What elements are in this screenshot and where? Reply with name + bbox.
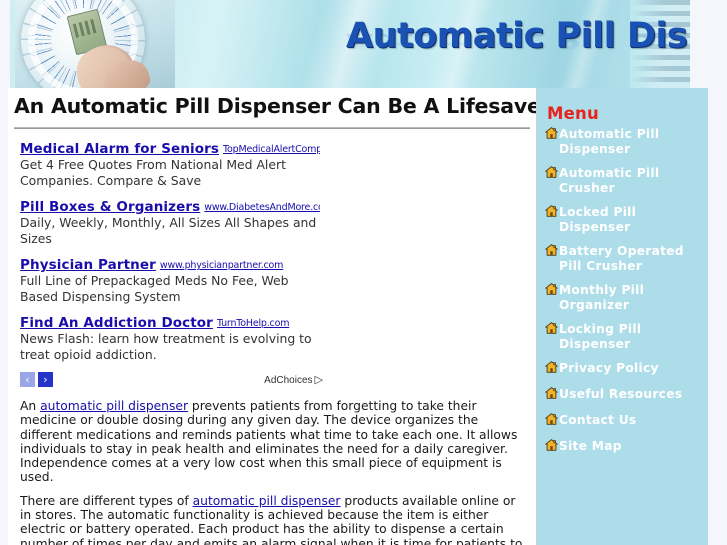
sidebar-item-locking-pill-dispenser[interactable]: Locking Pill Dispenser — [537, 322, 708, 352]
ad-title-link[interactable]: Pill Boxes & Organizers — [20, 199, 200, 215]
house-icon — [545, 439, 558, 451]
sidebar-item-automatic-pill-dispenser[interactable]: Automatic Pill Dispenser — [537, 127, 708, 157]
ad-title-link[interactable]: Physician Partner — [20, 257, 156, 273]
sidebar-item-locked-pill-dispenser[interactable]: Locked Pill Dispenser — [537, 205, 708, 235]
sidebar-item-site-map[interactable]: Site Map — [537, 439, 708, 456]
house-icon — [545, 361, 558, 373]
ad-headline-row: Pill Boxes & Organizers www.DiabetesAndMo… — [20, 198, 320, 215]
body-paragraph: An automatic pill dispenser prevents pat… — [20, 399, 526, 485]
sidebar-item-contact-us[interactable]: Contact Us — [537, 413, 708, 430]
ad-description: Full Line of Prepackaged Meds No Fee, We… — [20, 273, 289, 304]
ad-url-link[interactable]: TopMedicalAlertCompanie — [223, 144, 320, 155]
ad-item[interactable]: Medical Alarm for Seniors TopMedicalAlert… — [20, 140, 325, 188]
adchoices-label: AdChoices — [264, 375, 313, 386]
main-content: An Automatic Pill Dispenser Can Be A Lif… — [8, 88, 537, 545]
sidebar-item-label: Site Map — [559, 439, 622, 453]
house-icon — [545, 283, 558, 295]
ad-headline-row: Find An Addiction Doctor TurnToHelp.com — [20, 314, 320, 331]
inline-link-automatic-pill-dispenser[interactable]: automatic pill dispenser — [40, 399, 188, 413]
sidebar-item-battery-operated-pill-crusher[interactable]: Battery Operated Pill Crusher — [537, 244, 708, 274]
pill-dispenser-photo — [15, 0, 175, 88]
ad-pagination: ‹ › AdChoices ▷ — [20, 372, 323, 390]
ad-url-link[interactable]: www.DiabetesAndMore.com — [204, 202, 320, 213]
ad-description: News Flash: learn how treatment is evolv… — [20, 331, 312, 362]
sidebar-item-label: Locked Pill Dispenser — [559, 205, 637, 234]
adchoices-triangle-icon: ▷ — [314, 374, 323, 386]
page-title: An Automatic Pill Dispenser Can Be A Lif… — [14, 94, 537, 118]
ad-title-link[interactable]: Find An Addiction Doctor — [20, 315, 213, 331]
adchoices-link[interactable]: AdChoices ▷ — [264, 373, 323, 386]
ad-next-arrow-icon[interactable]: › — [38, 372, 53, 387]
house-icon — [545, 387, 558, 399]
sidebar-item-label: Contact Us — [559, 413, 637, 427]
ad-url-link[interactable]: TurnToHelp.com — [217, 318, 290, 329]
ad-item[interactable]: Pill Boxes & Organizers www.DiabetesAndMo… — [20, 198, 325, 246]
sidebar-item-useful-resources[interactable]: Useful Resources — [537, 387, 708, 404]
ad-headline-row: Medical Alarm for Seniors TopMedicalAlert… — [20, 140, 320, 157]
page-root: Automatic Pill Dispenser Automatic Pill … — [0, 0, 727, 545]
sidebar-menu: Menu Automatic Pill Dispenser Automatic … — [537, 88, 708, 545]
ad-headline-row: Physician Partner www.physicianpartner.co… — [20, 256, 320, 273]
house-icon — [545, 413, 558, 425]
sidebar-item-label: Automatic Pill Crusher — [559, 166, 660, 195]
sidebar-item-label: Battery Operated Pill Crusher — [559, 244, 684, 273]
paragraph-text-before: An — [20, 399, 41, 413]
ad-item[interactable]: Physician Partner www.physicianpartner.co… — [20, 256, 325, 304]
sidebar-title: Menu — [547, 104, 599, 123]
sidebar-item-label: Privacy Policy — [559, 361, 659, 375]
banner-title: Automatic Pill Dispenser — [346, 16, 690, 56]
house-icon — [545, 166, 558, 178]
ad-description: Daily, Weekly, Monthly, All Sizes All Sh… — [20, 215, 317, 246]
ad-block: Medical Alarm for Seniors TopMedicalAlert… — [20, 140, 325, 362]
ad-item[interactable]: Find An Addiction Doctor TurnToHelp.com N… — [20, 314, 325, 362]
sidebar-item-label: Locking Pill Dispenser — [559, 322, 642, 351]
ad-prev-arrow-icon[interactable]: ‹ — [20, 372, 35, 387]
body-paragraph: There are different types of automatic p… — [20, 494, 526, 545]
site-banner: Automatic Pill Dispenser Automatic Pill … — [10, 0, 690, 88]
house-icon — [545, 244, 558, 256]
ad-description: Get 4 Free Quotes From National Med Aler… — [20, 157, 286, 188]
sidebar-item-label: Useful Resources — [559, 387, 683, 401]
title-divider — [14, 127, 530, 129]
paragraph-text-before: There are different types of — [20, 493, 193, 508]
house-icon — [545, 127, 558, 139]
house-icon — [545, 205, 558, 217]
ad-title-link[interactable]: Medical Alarm for Seniors — [20, 141, 219, 157]
sidebar-item-privacy-policy[interactable]: Privacy Policy — [537, 361, 708, 378]
sidebar-item-label: Automatic Pill Dispenser — [559, 127, 660, 156]
house-icon — [545, 322, 558, 334]
inline-link-automatic-pill-dispenser[interactable]: automatic pill dispenser — [193, 494, 341, 508]
sidebar-item-automatic-pill-crusher[interactable]: Automatic Pill Crusher — [537, 166, 708, 196]
ad-url-link[interactable]: www.physicianpartner.com — [160, 260, 284, 271]
sidebar-item-label: Monthly Pill Organizer — [559, 283, 645, 312]
sidebar-item-monthly-pill-organizer[interactable]: Monthly Pill Organizer — [537, 283, 708, 313]
